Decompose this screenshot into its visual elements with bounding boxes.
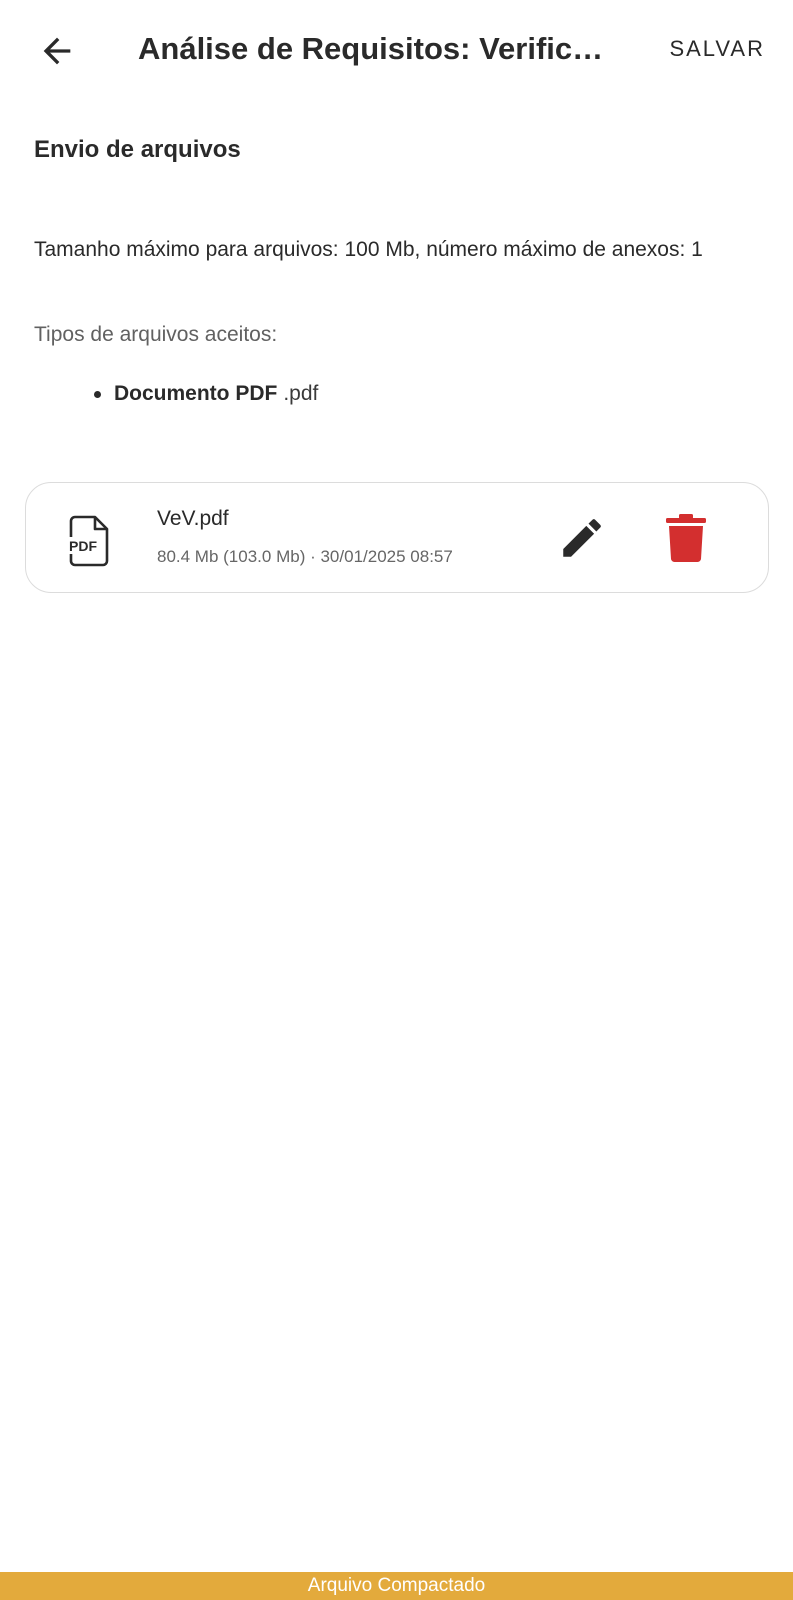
section-title: Envio de arquivos <box>34 136 241 163</box>
page-title: Análise de Requisitos: Verificação e Val… <box>138 31 608 66</box>
svg-text:PDF: PDF <box>69 538 97 554</box>
status-bar: Arquivo Compactado <box>0 1572 793 1600</box>
upload-limits-text: Tamanho máximo para arquivos: 100 Mb, nú… <box>34 238 703 261</box>
edit-file-button[interactable] <box>555 511 609 565</box>
pencil-icon <box>563 519 601 557</box>
accepted-types-list: Documento PDF .pdf <box>94 382 318 406</box>
file-name: VeV.pdf <box>157 507 229 530</box>
accepted-types-label: Tipos de arquivos aceitos: <box>34 323 278 346</box>
app-bar: Análise de Requisitos: Verificação e Val… <box>0 0 793 98</box>
bullet-icon <box>94 390 101 398</box>
pdf-file-icon: PDF <box>66 515 109 567</box>
file-size: 80.4 Mb (103.0 Mb) <box>157 547 306 566</box>
save-button[interactable]: SALVAR <box>669 34 765 64</box>
file-date: · 30/01/2025 08:57 <box>310 547 453 566</box>
arrow-left-icon <box>43 37 71 65</box>
accepted-type-name: Documento PDF <box>114 382 278 405</box>
accepted-type-extension: .pdf <box>283 382 319 405</box>
file-meta: 80.4 Mb (103.0 Mb) · 30/01/2025 08:57 <box>157 547 453 567</box>
back-button[interactable] <box>33 27 81 75</box>
file-card[interactable]: PDF VeV.pdf 80.4 Mb (103.0 Mb) · 30/01/2… <box>25 482 769 593</box>
delete-file-button[interactable] <box>659 511 713 565</box>
trash-icon <box>666 514 706 563</box>
